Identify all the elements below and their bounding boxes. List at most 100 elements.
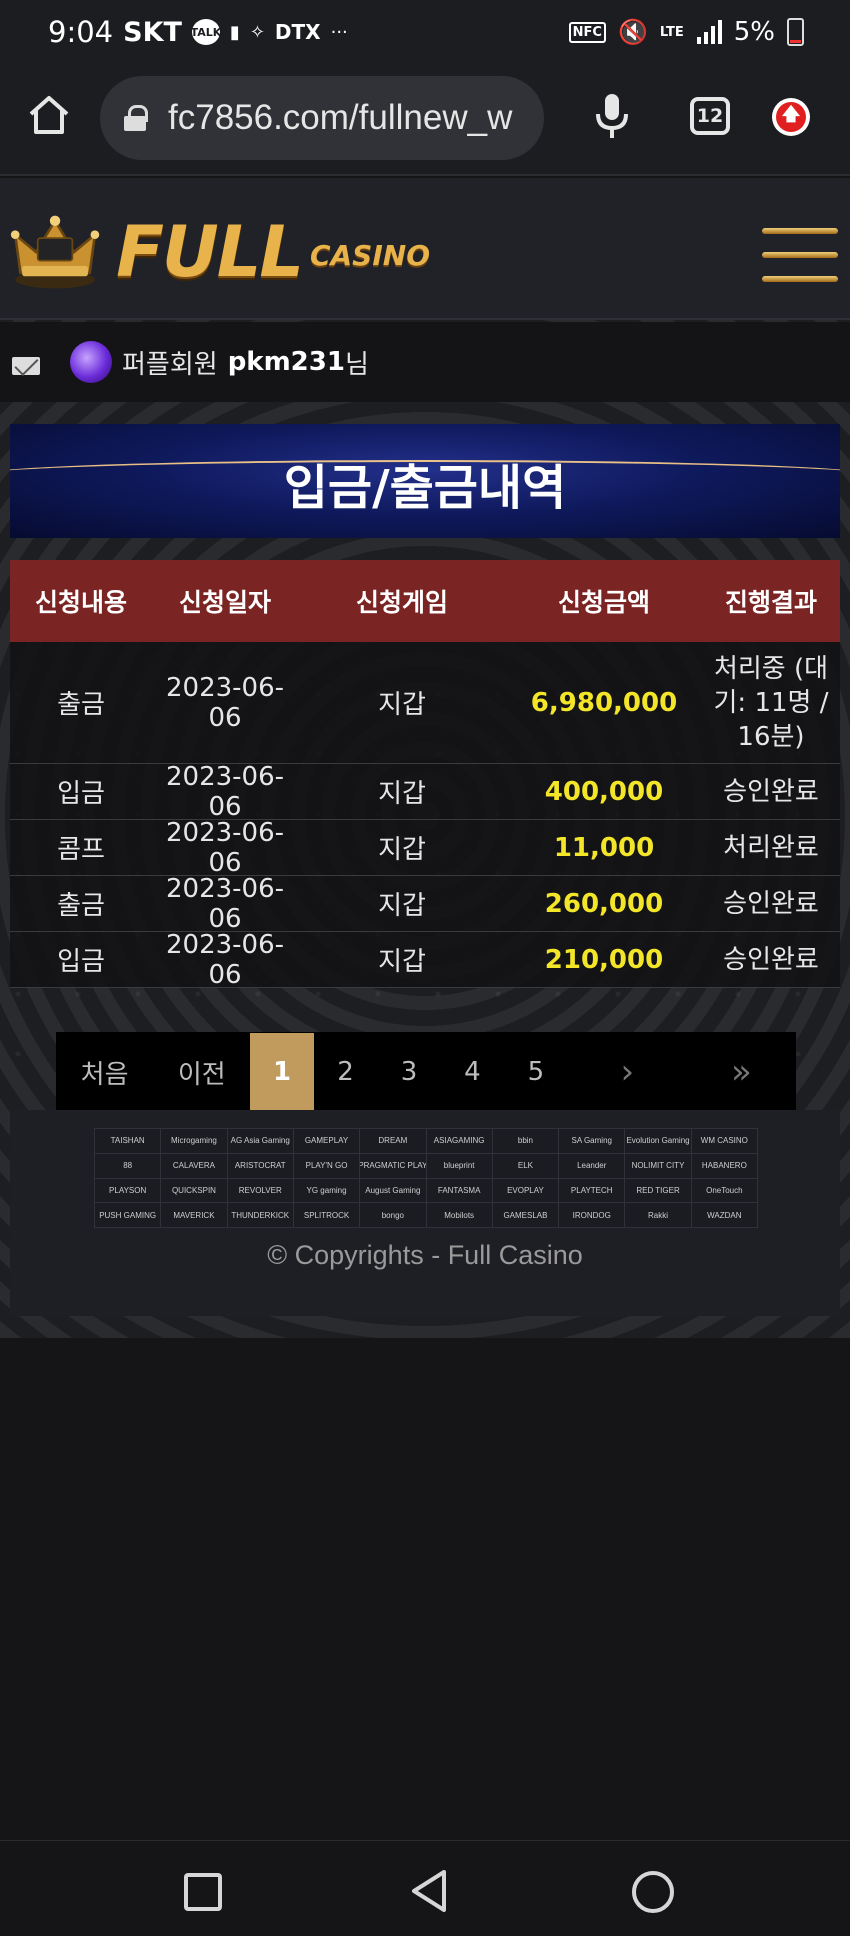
provider-logo: PLAY'N GO — [293, 1153, 360, 1178]
arrow-up-icon: 🡅 — [776, 102, 806, 132]
mail-icon[interactable] — [12, 357, 40, 375]
pagination-page[interactable]: 5 — [504, 1033, 567, 1111]
cell-type: 입금 — [57, 947, 105, 977]
logo-casino-text: CASINO — [309, 238, 430, 272]
system-nav-bar — [0, 1840, 850, 1936]
pagination-page[interactable]: 3 — [377, 1033, 440, 1111]
user-bar: 퍼플회원 pkm231 님 — [0, 322, 850, 402]
mute-icon: 🔇 — [617, 18, 648, 46]
provider-logo: PLAYTECH — [559, 1178, 625, 1203]
provider-logo: PUSH GAMING — [95, 1203, 161, 1227]
cell-type: 콤프 — [57, 835, 105, 865]
site-logo[interactable]: FULL CASINO — [10, 202, 430, 302]
cell-game: 지갑 — [378, 690, 426, 720]
pagination-page[interactable]: 2 — [314, 1033, 377, 1111]
address-bar[interactable]: fc7856.com/fullnew_w — [100, 76, 544, 160]
chevron-right-icon[interactable]: › — [588, 1033, 667, 1111]
pagination-page-current[interactable]: 1 — [250, 1033, 314, 1111]
cell-date: 2023-06-06 — [165, 761, 284, 822]
username: pkm231 — [227, 347, 345, 377]
table-row: 콤프 2023-06-06 지갑 11,000 처리완료 — [10, 817, 840, 878]
home-icon[interactable] — [26, 92, 72, 138]
site-footer: TAISHAN Microgaming AG Asia Gaming GAMEPLAY… — [10, 1110, 840, 1316]
pagination-prev[interactable]: 이전 — [153, 1033, 250, 1111]
provider-logo: GAMESLAB — [492, 1203, 559, 1227]
cell-date: 2023-06-06 — [165, 929, 284, 990]
table-row: 출금 2023-06-06 지갑 6,980,000 처리중 (대기: 11명 … — [10, 642, 840, 764]
cell-result: 승인완료 — [723, 944, 819, 975]
provider-logos: TAISHAN Microgaming AG Asia Gaming GAMEPLAY… — [94, 1128, 758, 1228]
cell-date: 2023-06-06 — [165, 817, 284, 878]
header-result: 진행결과 — [724, 588, 817, 617]
recent-apps-icon[interactable] — [184, 1873, 222, 1911]
provider-logo: NOLIMIT CITY — [625, 1153, 691, 1178]
url-text: fc7856.com/fullnew_w — [168, 98, 513, 137]
pagination-page[interactable]: 4 — [441, 1033, 504, 1111]
browser-toolbar: fc7856.com/fullnew_w 12 🡅 — [0, 64, 850, 176]
page-empty-area — [0, 1338, 850, 1840]
home-circle-icon[interactable] — [632, 1871, 674, 1913]
crown-icon — [10, 215, 100, 289]
provider-logo: FANTASMA — [426, 1178, 492, 1203]
cell-amount: 6,980,000 — [530, 687, 678, 718]
provider-logo: Leander — [559, 1153, 625, 1178]
provider-logo: SA Gaming — [559, 1129, 625, 1153]
table-header: 신청내용 신청일자 신청게임 신청금액 진행결과 — [10, 560, 840, 642]
cell-game: 지갑 — [378, 891, 426, 921]
pagination-first[interactable]: 처음 — [56, 1033, 153, 1111]
table-row: 입금 2023-06-06 지갑 210,000 승인완료 — [10, 929, 840, 990]
provider-logo: Rakki — [625, 1203, 691, 1227]
provider-logo: Microgaming — [161, 1129, 227, 1153]
provider-logo: TAISHAN — [95, 1129, 161, 1153]
provider-logo: THUNDERKICK — [227, 1203, 293, 1227]
user-level: 퍼플회원 — [122, 349, 218, 380]
update-button[interactable]: 🡅 — [772, 98, 810, 136]
provider-logo: DREAM — [360, 1129, 426, 1153]
header-game: 신청게임 — [355, 588, 448, 617]
status-bar: 9:04 SKT TALK ▮ ✧ DTX ··· NFC 🔇 LTE 5% — [0, 0, 850, 64]
cell-game: 지갑 — [378, 835, 426, 865]
cell-result: 승인완료 — [723, 888, 819, 919]
provider-logo: QUICKSPIN — [161, 1178, 227, 1203]
battery-percent: 5% — [733, 17, 775, 47]
nfc-icon: NFC — [568, 21, 606, 43]
apps-icon: ✧ — [249, 21, 265, 43]
carrier-label: SKT — [123, 16, 182, 48]
tab-switcher-button[interactable]: 12 — [690, 97, 730, 135]
cell-game: 지갑 — [378, 947, 426, 977]
battery-icon — [787, 18, 804, 46]
provider-logo: OneTouch — [691, 1178, 757, 1203]
double-chevron-right-icon[interactable]: » — [687, 1033, 796, 1111]
title-banner: 입금/출금내역 — [10, 424, 840, 538]
copyright: © Copyrights - Full Casino — [267, 1240, 583, 1270]
provider-logo: bongo — [360, 1203, 426, 1227]
cell-amount: 11,000 — [553, 832, 655, 863]
provider-logo: WM CASINO — [691, 1129, 757, 1153]
hamburger-menu-icon[interactable] — [762, 228, 838, 282]
back-icon[interactable] — [408, 1868, 452, 1914]
provider-logo: CALAVERA — [161, 1153, 227, 1178]
alert-icon: ▮ — [229, 21, 240, 43]
dtx-icon: DTX — [274, 20, 321, 44]
site-header: FULL CASINO — [0, 178, 850, 320]
pagination: 처음 이전 1 2 3 4 5 › » — [56, 1032, 796, 1112]
provider-logo: IRONDOG — [559, 1203, 625, 1227]
provider-logo: HABANERO — [691, 1153, 757, 1178]
provider-logo: ASIAGAMING — [426, 1129, 492, 1153]
table-row: 출금 2023-06-06 지갑 260,000 승인완료 — [10, 874, 840, 934]
more-icon: ··· — [330, 21, 348, 43]
provider-logo: August Gaming — [360, 1178, 426, 1203]
provider-logo: RED TIGER — [625, 1178, 691, 1203]
provider-logo: blueprint — [426, 1153, 492, 1178]
user-level-avatar — [70, 341, 112, 383]
table-row: 입금 2023-06-06 지갑 400,000 승인완료 — [10, 761, 840, 822]
header-amount: 신청금액 — [557, 588, 650, 617]
lock-icon — [124, 105, 148, 131]
logo-full-text: FULL — [116, 211, 304, 293]
provider-logo: AG Asia Gaming — [227, 1129, 293, 1153]
cell-result: 처리완료 — [723, 832, 819, 863]
microphone-icon[interactable] — [592, 92, 632, 140]
provider-logo: REVOLVER — [227, 1178, 293, 1203]
provider-logo: MAVERICK — [161, 1203, 227, 1227]
provider-logo: EVOPLAY — [492, 1178, 559, 1203]
